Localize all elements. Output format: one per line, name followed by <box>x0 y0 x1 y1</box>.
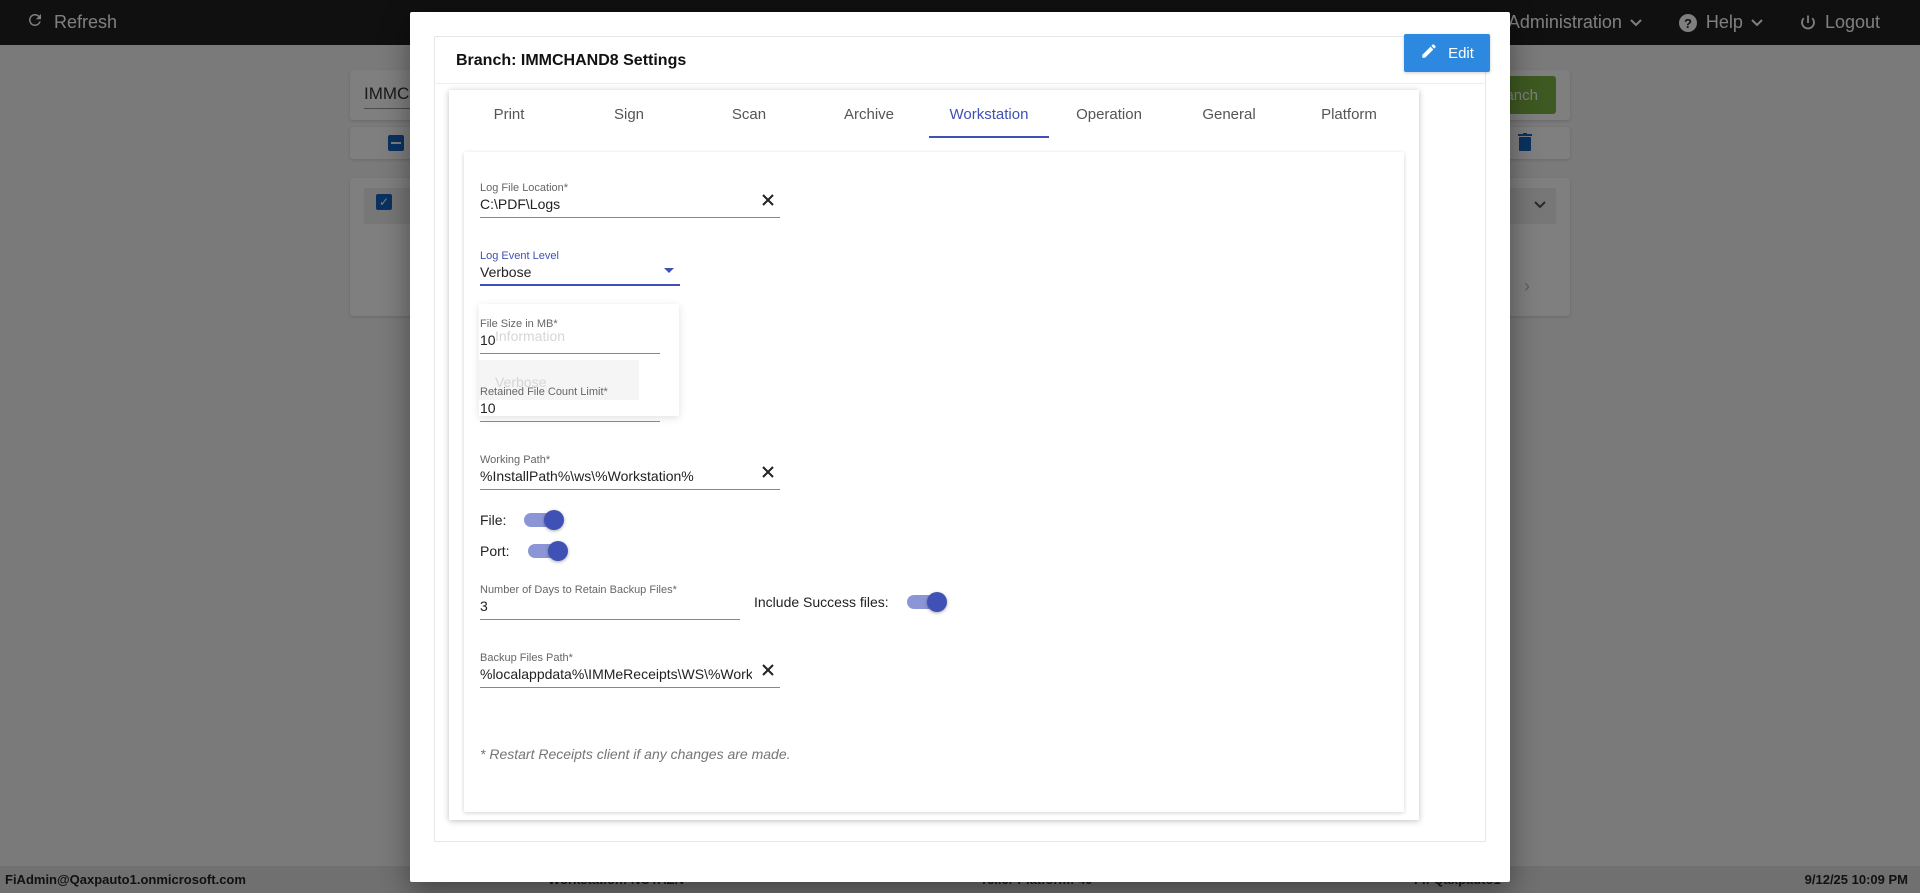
workstation-panel: Log File Location* C:\PDF\Logs Log Event… <box>464 152 1404 812</box>
field-underline <box>480 687 780 688</box>
log-file-location-label: Log File Location* <box>480 182 569 194</box>
working-path-field[interactable]: Working Path* %InstallPath%\ws\%Workstat… <box>480 454 780 490</box>
working-path-label: Working Path* <box>480 454 551 466</box>
toggle-knob <box>544 510 564 530</box>
field-underline <box>480 217 780 218</box>
retained-file-count-field[interactable]: Retained File Count Limit* 10 <box>480 386 660 422</box>
tab-sign[interactable]: Sign <box>569 90 689 138</box>
tab-general[interactable]: General <box>1169 90 1289 138</box>
log-event-level-label: Log Event Level <box>480 250 559 262</box>
file-size-input[interactable]: 10 <box>480 332 660 348</box>
tab-archive[interactable]: Archive <box>809 90 929 138</box>
port-toggle-row: Port: <box>480 541 568 561</box>
file-toggle-label: File: <box>480 512 507 528</box>
retained-file-count-label: Retained File Count Limit* <box>480 386 608 398</box>
log-event-level-value[interactable]: Verbose <box>480 264 680 280</box>
field-underline <box>480 421 660 422</box>
include-success-toggle[interactable] <box>907 592 947 612</box>
tab-platform[interactable]: Platform <box>1289 90 1409 138</box>
field-underline <box>480 619 740 620</box>
file-size-label: File Size in MB* <box>480 318 558 330</box>
backup-files-path-field[interactable]: Backup Files Path* %localappdata%\IMMeRe… <box>480 652 780 688</box>
port-toggle-label: Port: <box>480 543 510 559</box>
pencil-icon <box>1420 42 1438 64</box>
retained-file-count-input[interactable]: 10 <box>480 400 660 416</box>
field-underline <box>480 353 660 354</box>
toggle-knob <box>548 541 568 561</box>
include-success-row: Include Success files: <box>754 592 947 612</box>
caret-down-icon[interactable] <box>664 268 674 273</box>
file-toggle[interactable] <box>524 510 564 530</box>
log-file-location-field[interactable]: Log File Location* C:\PDF\Logs <box>480 182 780 218</box>
include-success-label: Include Success files: <box>754 594 889 610</box>
settings-tabs-card: Print Sign Scan Archive Workstation Oper… <box>449 90 1419 820</box>
days-retain-backup-field[interactable]: Number of Days to Retain Backup Files* 3 <box>480 584 740 620</box>
dialog-title: Branch: IMMCHAND8 Settings <box>456 52 687 69</box>
dialog-header: Branch: IMMCHAND8 Settings Edit <box>434 34 1490 84</box>
field-underline <box>480 489 780 490</box>
backup-files-path-label: Backup Files Path* <box>480 652 573 664</box>
log-event-level-select[interactable]: Log Event Level Verbose <box>480 250 680 286</box>
toggle-knob <box>927 592 947 612</box>
branch-settings-dialog: Branch: IMMCHAND8 Settings Edit Print Si… <box>410 12 1510 882</box>
edit-label: Edit <box>1448 44 1474 62</box>
tab-print[interactable]: Print <box>449 90 569 138</box>
close-icon[interactable] <box>760 464 776 480</box>
field-underline <box>480 284 680 286</box>
close-icon[interactable] <box>760 662 776 678</box>
close-icon[interactable] <box>760 192 776 208</box>
tab-scan[interactable]: Scan <box>689 90 809 138</box>
days-retain-backup-input[interactable]: 3 <box>480 598 740 614</box>
log-file-location-input[interactable]: C:\PDF\Logs <box>480 196 750 212</box>
tab-workstation[interactable]: Workstation <box>929 90 1049 138</box>
working-path-input[interactable]: %InstallPath%\ws\%Workstation% <box>480 468 750 484</box>
tab-operation[interactable]: Operation <box>1049 90 1169 138</box>
days-retain-backup-label: Number of Days to Retain Backup Files* <box>480 584 677 596</box>
file-size-field[interactable]: File Size in MB* 10 <box>480 318 660 354</box>
tab-bar: Print Sign Scan Archive Workstation Oper… <box>449 90 1419 138</box>
edit-button[interactable]: Edit <box>1404 34 1490 72</box>
backup-files-path-input[interactable]: %localappdata%\IMMeReceipts\WS\%Workstat… <box>480 666 752 682</box>
file-toggle-row: File: <box>480 510 564 530</box>
restart-note: * Restart Receipts client if any changes… <box>480 746 791 762</box>
port-toggle[interactable] <box>528 541 568 561</box>
